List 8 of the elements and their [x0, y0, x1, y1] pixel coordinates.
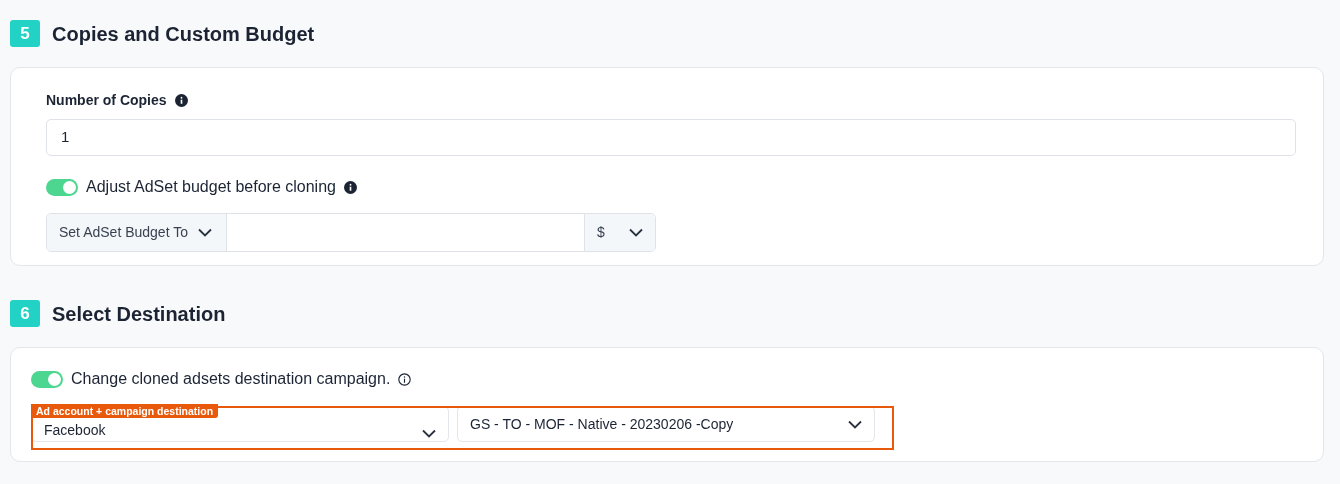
step-number: 6 — [10, 300, 40, 327]
field-label: Number of Copies — [46, 91, 167, 110]
toggle-label: Change cloned adsets destination campaign. — [71, 369, 391, 389]
section-title: Copies and Custom Budget — [52, 21, 315, 47]
annotation-tooltip: Ad account + campaign destination — [31, 404, 219, 418]
step-number: 5 — [10, 20, 40, 47]
section-title: Select Destination — [52, 301, 226, 327]
toggle-label: Adjust AdSet budget before cloning — [86, 177, 336, 197]
